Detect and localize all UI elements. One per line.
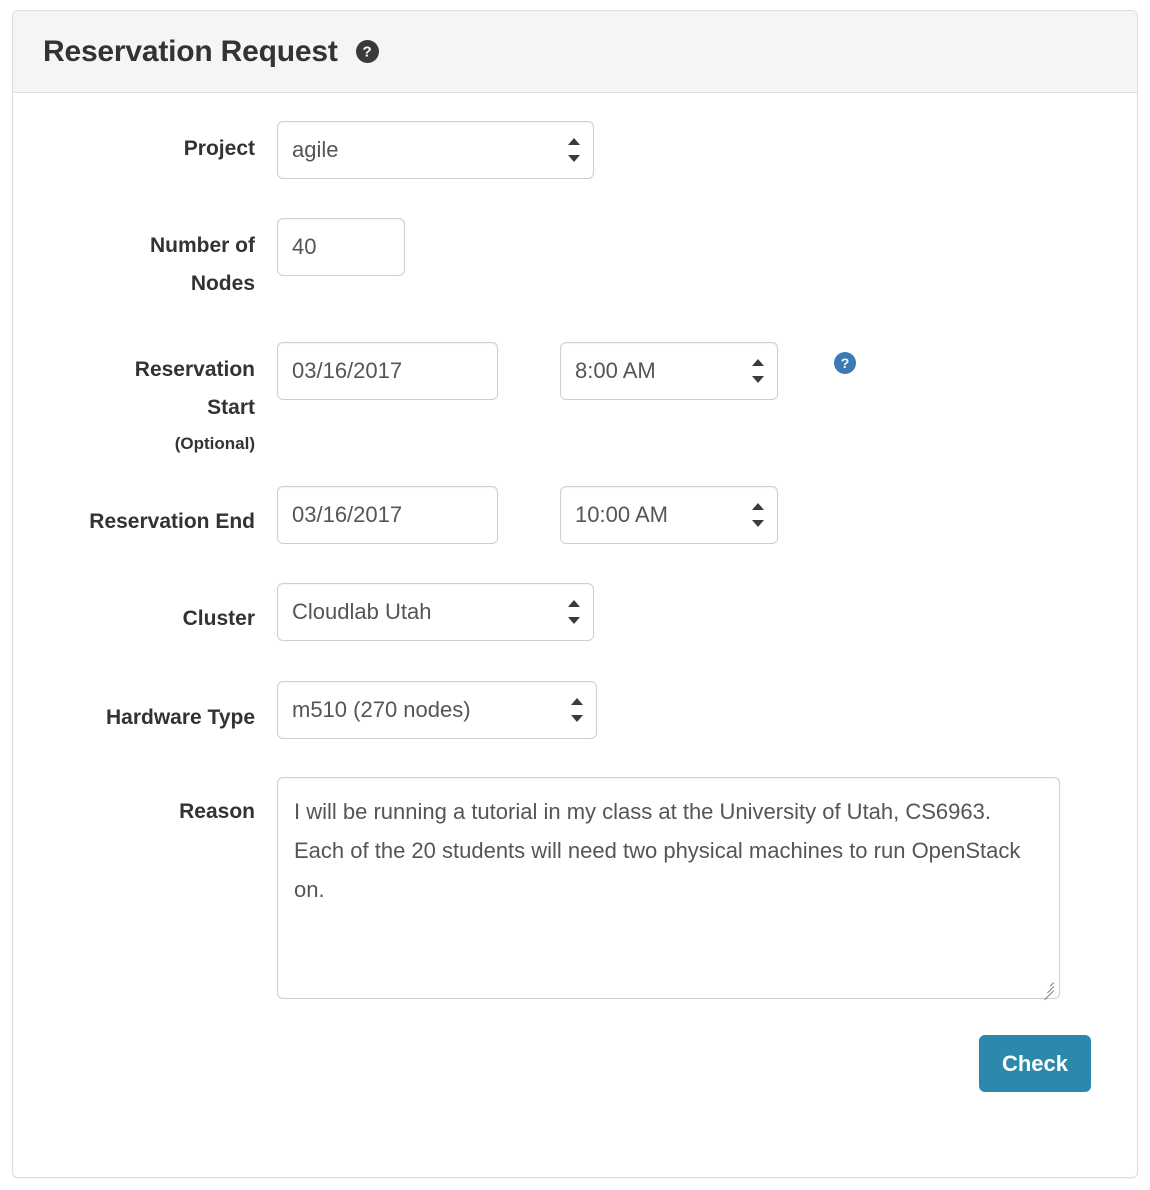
reservation-start-control-area: 8:00 AM ?	[277, 342, 856, 400]
number-of-nodes-label-line2: Nodes	[190, 272, 255, 295]
reservation-request-page: Reservation Request ? Project agile Numb…	[0, 0, 1150, 1190]
select-stepper-icon	[752, 502, 764, 528]
project-control-area: agile	[277, 121, 594, 179]
form-row-hardware-type: Hardware Type m510 (270 nodes)	[37, 681, 1113, 739]
reservation-start-label-line1: Reservation	[134, 358, 255, 381]
question-mark-glyph: ?	[362, 43, 372, 60]
form-row-number-of-nodes: Number of Nodes	[37, 218, 1113, 303]
page-title: Reservation Request	[43, 34, 338, 68]
hardware-type-label: Hardware Type	[106, 706, 255, 729]
reason-textarea[interactable]	[277, 777, 1060, 999]
question-mark-glyph: ?	[840, 355, 850, 371]
select-stepper-icon	[568, 137, 580, 163]
panel-header: Reservation Request ?	[13, 11, 1137, 93]
number-of-nodes-control-area	[277, 218, 405, 276]
form-row-project: Project agile	[37, 121, 1113, 179]
form-row-reservation-start: Reservation Start (Optional) 8:00 AM ?	[37, 342, 1113, 460]
reason-control-area	[277, 777, 1060, 1000]
reservation-start-time-select[interactable]: 8:00 AM	[560, 342, 778, 400]
reservation-start-date-input[interactable]	[277, 342, 498, 400]
reservation-start-label: Reservation Start (Optional)	[37, 342, 277, 460]
project-select[interactable]: agile	[277, 121, 594, 179]
cluster-select-value: Cloudlab Utah	[292, 599, 432, 624]
check-button[interactable]: Check	[978, 1035, 1091, 1092]
reservation-end-time-select[interactable]: 10:00 AM	[560, 486, 778, 544]
cluster-control-area: Cloudlab Utah	[277, 583, 594, 641]
form-row-cluster: Cluster Cloudlab Utah	[37, 583, 1113, 641]
cluster-select[interactable]: Cloudlab Utah	[277, 583, 594, 641]
number-of-nodes-label: Number of Nodes	[37, 218, 277, 303]
reservation-start-help-icon[interactable]: ?	[834, 352, 856, 374]
reservation-end-control-area: 10:00 AM	[277, 486, 778, 544]
project-select-value: agile	[292, 137, 339, 162]
select-stepper-icon	[568, 599, 580, 625]
form-row-reason: Reason	[37, 777, 1113, 1000]
reservation-end-time-value: 10:00 AM	[575, 502, 668, 527]
reservation-end-label: Reservation End	[89, 510, 255, 533]
project-label: Project	[183, 137, 255, 160]
cluster-label: Cluster	[182, 607, 255, 630]
number-of-nodes-label-line1: Number of	[150, 234, 255, 257]
hardware-type-select[interactable]: m510 (270 nodes)	[277, 681, 597, 739]
panel-body: Project agile Number of Nodes 40 Reserva…	[13, 93, 1137, 1092]
form-row-reservation-end: Reservation End 10:00 AM	[37, 486, 1113, 544]
reservation-request-panel: Reservation Request ? Project agile Numb…	[12, 10, 1138, 1178]
reason-label: Reason	[179, 800, 255, 823]
reservation-start-label-line2: Start	[207, 396, 255, 419]
select-stepper-icon	[752, 358, 764, 384]
form-footer: Check	[37, 999, 1113, 1092]
title-help-icon[interactable]: ?	[355, 40, 379, 63]
number-of-nodes-input[interactable]	[277, 218, 405, 276]
hardware-type-control-area: m510 (270 nodes)	[277, 681, 597, 739]
reservation-start-optional-note: (Optional)	[174, 434, 255, 453]
reservation-start-time-value: 8:00 AM	[575, 358, 656, 383]
reservation-end-date-input[interactable]	[277, 486, 498, 544]
select-stepper-icon	[571, 697, 583, 723]
hardware-type-select-value: m510 (270 nodes)	[292, 697, 471, 722]
